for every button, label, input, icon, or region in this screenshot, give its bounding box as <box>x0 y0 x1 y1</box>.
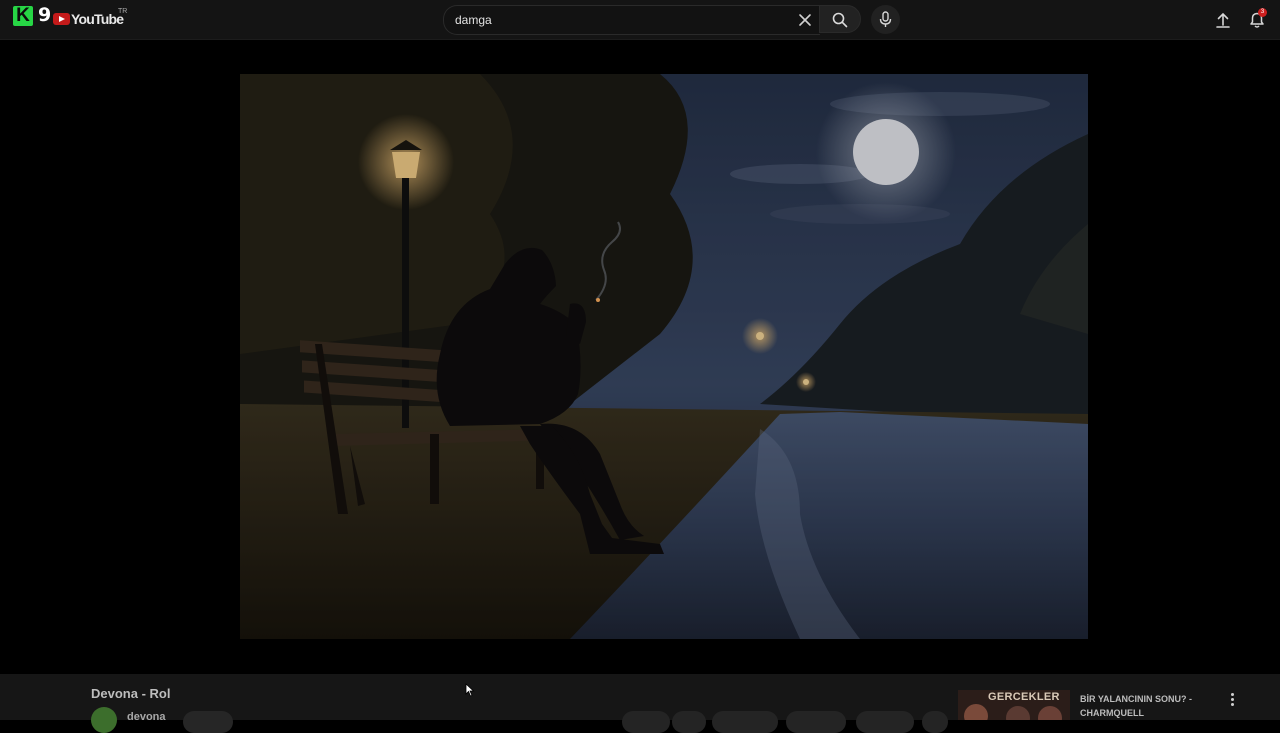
notification-badge: 3 <box>1258 8 1267 17</box>
mic-icon <box>879 11 892 27</box>
next-video-menu-button[interactable] <box>1226 693 1238 709</box>
subscribe-button[interactable] <box>183 711 233 733</box>
channel-name[interactable]: devona <box>127 711 166 723</box>
kebab-dot <box>1230 693 1234 696</box>
k9-logo-icon[interactable]: K <box>13 6 33 26</box>
search-box <box>443 5 820 35</box>
voice-search-button[interactable] <box>871 5 900 34</box>
next-video-title-line2: CHARMQUELL <box>1080 708 1144 718</box>
youtube-play-icon <box>53 13 70 25</box>
clear-icon <box>799 14 811 26</box>
next-thumbnail-label: GERCEKLER <box>988 691 1060 703</box>
search-icon <box>832 12 848 28</box>
upload-icon <box>1216 12 1230 28</box>
notifications-button[interactable]: 3 <box>1246 8 1268 31</box>
youtube-region-label: TR <box>118 8 128 15</box>
search-button[interactable] <box>819 5 861 33</box>
like-button[interactable] <box>622 711 670 733</box>
video-info-bar: Devona - Rol devona GERCEKLER BİR YALANC… <box>0 674 1280 733</box>
next-video-title-line1: BİR YALANCININ SONU? - <box>1080 694 1193 704</box>
save-button[interactable] <box>786 711 846 733</box>
youtube-wordmark: YouTube <box>71 11 124 27</box>
next-video-title[interactable]: BİR YALANCININ SONU? - CHARMQUELL <box>1080 692 1220 720</box>
share-button[interactable] <box>712 711 778 733</box>
k9-number: 9 <box>38 4 52 26</box>
kebab-dot <box>1230 703 1234 706</box>
video-player[interactable] <box>0 40 1280 674</box>
kebab-dot <box>1230 698 1234 701</box>
clear-search-button[interactable] <box>795 10 815 30</box>
mouse-cursor-icon <box>465 683 475 697</box>
dislike-button[interactable] <box>672 711 706 733</box>
next-video-thumbnail[interactable]: GERCEKLER <box>958 690 1070 720</box>
more-actions-button[interactable] <box>922 711 948 733</box>
search-input[interactable] <box>455 12 775 28</box>
youtube-logo[interactable]: YouTube TR <box>53 8 133 29</box>
video-thumbnail-image <box>240 74 1088 639</box>
video-title: Devona - Rol <box>91 686 171 701</box>
top-bar: K 9 YouTube TR 3 <box>0 0 1280 40</box>
upload-button[interactable] <box>1212 9 1234 31</box>
clip-button[interactable] <box>856 711 914 733</box>
channel-avatar[interactable] <box>91 707 117 733</box>
